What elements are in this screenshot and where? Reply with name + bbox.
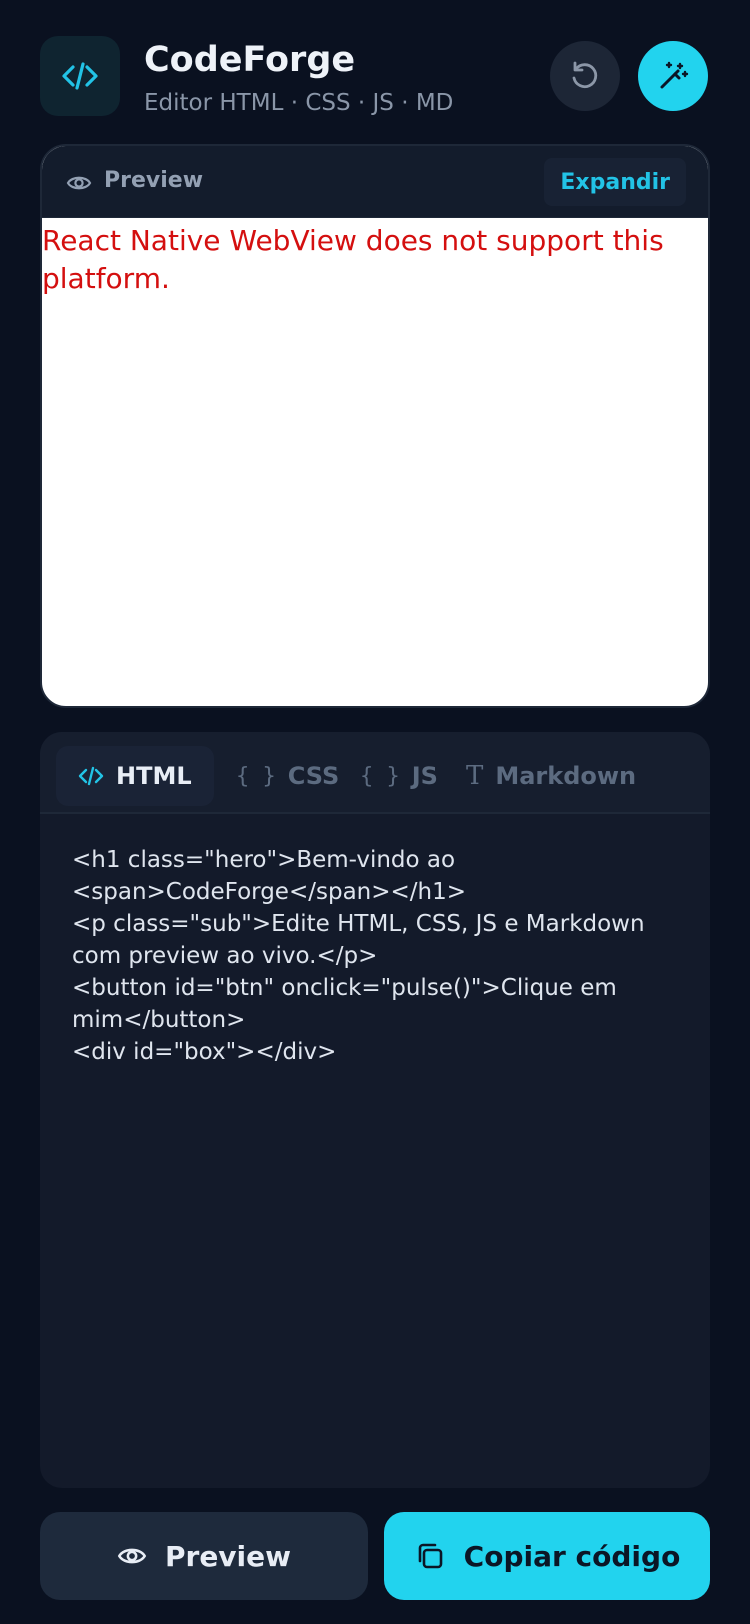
preview-header: Preview Expandir — [42, 146, 708, 218]
preview-button[interactable]: Preview — [40, 1512, 368, 1600]
eye-icon — [66, 176, 92, 190]
preview-webview[interactable]: React Native WebView does not support th… — [42, 218, 708, 298]
code-brackets-icon — [78, 766, 104, 786]
tab-markdown[interactable]: T Markdown — [444, 746, 658, 806]
curly-braces-icon: { } — [236, 763, 276, 789]
rotate-ccw-icon — [572, 61, 598, 88]
tab-label: JS — [411, 762, 438, 790]
webview-error-message: React Native WebView does not support th… — [42, 224, 664, 295]
copy-button-label: Copiar código — [463, 1539, 681, 1573]
expand-button[interactable]: Expandir — [544, 158, 686, 206]
language-tabs: HTML { } CSS { } JS T Markdown — [40, 732, 710, 814]
curly-braces-icon: { } — [360, 763, 400, 789]
tab-html[interactable]: HTML — [56, 746, 214, 806]
reset-button[interactable] — [550, 41, 620, 111]
eye-icon — [117, 1548, 147, 1564]
header: CodeForge Editor HTML · CSS · JS · MD — [40, 36, 710, 116]
app-subtitle: Editor HTML · CSS · JS · MD — [144, 90, 454, 116]
copy-code-button[interactable]: Copiar código — [384, 1512, 710, 1600]
preview-title: Preview — [104, 168, 204, 193]
magic-wand-icon — [660, 61, 689, 89]
app-root: CodeForge Editor HTML · CSS · JS · MD Pr… — [0, 0, 750, 1624]
text-type-icon: T — [466, 761, 484, 791]
magic-button[interactable] — [638, 41, 708, 111]
copy-icon — [418, 1543, 442, 1569]
app-title: CodeForge — [144, 40, 356, 80]
tab-label: Markdown — [495, 762, 637, 790]
code-brackets-icon — [40, 36, 120, 116]
tab-label: CSS — [287, 762, 340, 790]
code-editor-panel: HTML { } CSS { } JS T Markdown <h1 class… — [40, 732, 710, 1488]
code-textarea[interactable]: <h1 class="hero">Bem-vindo ao <span>Code… — [72, 844, 682, 1068]
preview-panel: Preview Expandir React Native WebView do… — [40, 144, 710, 708]
preview-button-label: Preview — [164, 1539, 292, 1573]
tab-label: HTML — [116, 762, 192, 790]
tab-js[interactable]: { } JS — [338, 746, 460, 806]
